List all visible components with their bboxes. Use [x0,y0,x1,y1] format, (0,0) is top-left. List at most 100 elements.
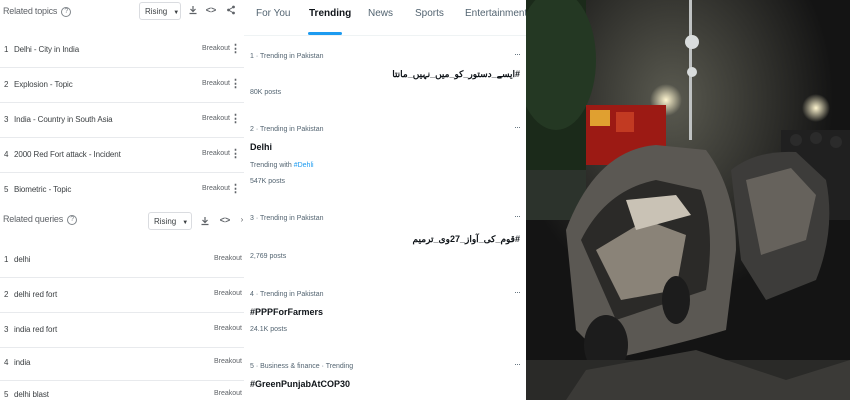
trend-item[interactable]: 2 · Trending in Pakistan ··· Delhi Trend… [244,122,526,188]
trend-context: 4 · Trending in Pakistan [250,291,324,298]
topic-name[interactable]: 2000 Red Fort attack - Incident [14,150,121,159]
row-value: Breakout [201,185,230,192]
trend-context: 1 · Trending in Pakistan [250,53,324,60]
row-rank: 3 [4,325,9,334]
row-rank: 5 [4,390,9,399]
more-icon[interactable]: ··· [514,49,521,59]
related-topics-title: Related topics? [3,6,72,17]
topic-row[interactable]: 4 2000 Red Fort attack - Incident Breako… [0,138,244,173]
more-vert-icon[interactable]: ⋮ [230,147,241,160]
more-icon[interactable]: ··· [514,359,521,369]
active-tab-indicator [308,32,342,35]
trending-with-hashtag[interactable]: #Dehli [294,162,314,169]
query-row[interactable]: 1 delhi Breakout [0,243,244,278]
row-value: Breakout [213,390,242,397]
more-vert-icon[interactable]: ⋮ [230,42,241,55]
trend-item[interactable]: 1 · Trending in Pakistan ··· #ایسے_دستور… [244,49,526,103]
x-trending-panel: For You Trending News Sports Entertainme… [244,0,526,400]
related-queries-title-text: Related queries [3,214,64,224]
row-value: Breakout [201,45,230,52]
row-rank: 5 [4,185,9,194]
tab-sports[interactable]: Sports [415,8,444,19]
trend-name[interactable]: #PPPForFarmers [250,307,323,317]
topic-row[interactable]: 1 Delhi - City in India Breakout ⋮ [0,33,244,68]
topic-row[interactable]: 2 Explosion - Topic Breakout ⋮ [0,68,244,103]
more-vert-icon[interactable]: ⋮ [230,182,241,195]
download-icon[interactable] [199,216,211,229]
query-name[interactable]: delhi [14,255,31,264]
related-queries-header: Related queries? Rising ▼ <> › [0,208,244,234]
related-queries-title: Related queries? [3,214,78,225]
query-row[interactable]: 4 india Breakout [0,346,244,381]
caret-down-icon: ▼ [173,10,180,16]
topic-row[interactable]: 5 Biometric - Topic Breakout ⋮ [0,173,244,208]
trend-context: 2 · Trending in Pakistan [250,126,324,133]
topic-name[interactable]: Biometric - Topic [14,185,71,194]
topic-name[interactable]: Explosion - Topic [14,80,73,89]
row-rank: 4 [4,358,9,367]
row-value: Breakout [201,115,230,122]
related-topics-header: Related topics? Rising ▼ <> [0,0,244,26]
help-icon[interactable]: ? [61,6,72,17]
trending-with-label: Trending with [250,162,292,169]
queries-filter-value: Rising [154,217,177,226]
row-value: Breakout [213,255,242,262]
row-value: Breakout [213,290,242,297]
row-rank: 1 [4,255,9,264]
queries-filter-select[interactable]: Rising ▼ [148,212,192,230]
query-name[interactable]: india [14,358,31,367]
more-vert-icon[interactable]: ⋮ [230,112,241,125]
trending-with: Trending with #Dehli [250,162,314,169]
row-rank: 2 [4,290,9,299]
trend-posts: 547K posts [250,178,286,185]
query-name[interactable]: delhi blast [14,390,49,399]
query-row[interactable]: 2 delhi red fort Breakout [0,278,244,313]
share-icon[interactable] [225,5,237,18]
query-row[interactable]: 5 delhi blast Breakout [0,380,244,400]
trend-context: 5 · Business & finance · Trending [250,363,354,370]
trend-posts: 80K posts [250,89,282,96]
trend-item[interactable]: 3 · Trending in Pakistan ··· #قوم_کی_آوا… [244,211,526,265]
query-name[interactable]: india red fort [14,325,57,334]
row-rank: 1 [4,45,9,54]
topic-name[interactable]: India - Country in South Asia [14,115,113,124]
chevron-right-icon[interactable]: › [236,215,244,224]
google-trends-panel: Related topics? Rising ▼ <> 1 Delhi - Cit… [0,0,244,400]
tab-for-you[interactable]: For You [256,8,290,19]
trend-name[interactable]: Delhi [250,142,272,152]
topic-row[interactable]: 3 India - Country in South Asia Breakout… [0,103,244,138]
row-value: Breakout [201,80,230,87]
trend-context: 3 · Trending in Pakistan [250,215,324,222]
trend-posts: 24.1K posts [250,326,287,333]
query-name[interactable]: delhi red fort [14,290,57,299]
topic-name[interactable]: Delhi - City in India [14,45,79,54]
topics-filter-select[interactable]: Rising ▼ [139,2,181,20]
burnt-cars-illustration [526,0,850,400]
trend-name[interactable]: #قوم_کی_آواز_27وی_ترمیم [413,234,520,245]
tab-trending[interactable]: Trending [309,8,351,19]
trend-posts: 2,769 posts [250,253,287,260]
more-icon[interactable]: ··· [514,122,521,132]
trend-name[interactable]: #ایسے_دستور_کو_میں_نہیں_مانتا [392,69,520,80]
download-icon[interactable] [187,5,199,18]
trend-item[interactable]: 5 · Business & finance · Trending ··· #G… [244,359,526,400]
trend-item[interactable]: 4 · Trending in Pakistan ··· #PPPForFarm… [244,287,526,341]
related-topics-title-text: Related topics [3,6,58,16]
row-rank: 4 [4,150,9,159]
news-photo-burnt-cars [526,0,850,400]
row-value: Breakout [201,150,230,157]
row-rank: 2 [4,80,9,89]
row-rank: 3 [4,115,9,124]
tab-news[interactable]: News [368,8,393,19]
more-vert-icon[interactable]: ⋮ [230,77,241,90]
more-icon[interactable]: ··· [514,287,521,297]
query-row[interactable]: 3 india red fort Breakout [0,313,244,348]
explore-tabs: For You Trending News Sports Entertainme… [244,0,526,36]
help-icon[interactable]: ? [67,214,78,225]
row-value: Breakout [213,358,242,365]
embed-icon[interactable]: <> [219,215,231,225]
trend-name[interactable]: #GreenPunjabAtCOP30 [250,379,350,389]
embed-icon[interactable]: <> [205,5,217,15]
more-icon[interactable]: ··· [514,211,521,221]
tab-entertainment[interactable]: Entertainment [465,8,526,19]
